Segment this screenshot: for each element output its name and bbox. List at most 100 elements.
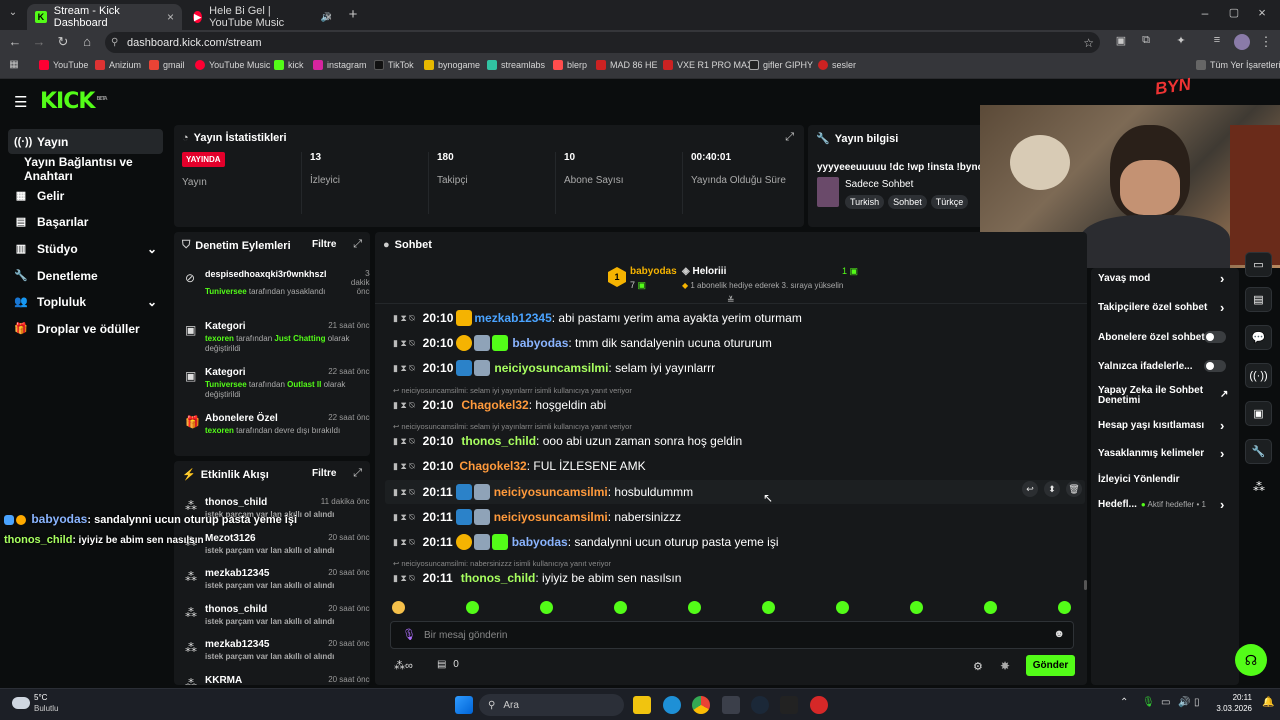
bookmark-sesler[interactable]: sesler — [818, 60, 856, 70]
emote-only-toggle[interactable] — [1204, 360, 1226, 372]
bookmark-gmail[interactable]: gmail — [149, 60, 185, 70]
mod-action-user[interactable]: texoren — [205, 334, 234, 343]
bookmark-bynogame[interactable]: bynogame — [424, 60, 480, 70]
emote-icon[interactable] — [392, 601, 405, 614]
mod-action-user[interactable]: Tuniversee — [205, 287, 247, 296]
mod-action-user[interactable]: Tuniversee — [205, 380, 247, 389]
tag-chip[interactable]: Sohbet — [888, 195, 927, 209]
channel-points-icon[interactable]: ⁂ — [1253, 480, 1265, 494]
chat-username[interactable]: Chagokel32 — [459, 459, 526, 473]
emote-icon[interactable] — [614, 601, 627, 614]
chat-username[interactable]: thonos_child — [461, 571, 536, 585]
quick-action-button[interactable]: 💬 — [1245, 325, 1272, 350]
clock-time[interactable]: 20:11 — [1216, 693, 1252, 702]
pin-message-icon[interactable]: ⬍ — [1044, 481, 1060, 497]
sidebar-item-stream-key[interactable]: Yayın Bağlantısı ve Anahtarı — [8, 155, 173, 183]
popout-icon[interactable]: ⤢ — [785, 131, 794, 144]
close-tab-icon[interactable]: × — [325, 10, 332, 24]
emote-icon[interactable] — [1058, 601, 1071, 614]
forward-icon[interactable]: → — [31, 34, 47, 49]
pin-icon[interactable]: ▮ ⧗ ⍉ — [393, 537, 415, 548]
pin-icon[interactable]: ▮ ⧗ ⍉ — [393, 512, 415, 523]
emote-icon[interactable] — [984, 601, 997, 614]
chat-username[interactable]: thonos_child — [461, 434, 536, 448]
emote-icon[interactable] — [466, 601, 479, 614]
bookmark-gifler-giphy[interactable]: gifler GIPHY — [749, 60, 813, 70]
notification-bell-icon[interactable]: 🔔 — [1262, 697, 1274, 708]
sidebar-item-gelir[interactable]: ▦ Gelir — [8, 183, 163, 208]
setting-raid[interactable]: İzleyici Yönlendir — [1098, 474, 1180, 485]
file-explorer-icon[interactable] — [633, 696, 651, 714]
send-button[interactable]: Gönder — [1026, 655, 1075, 676]
kick-logo[interactable]: KICK BETA — [40, 89, 108, 114]
quick-action-button[interactable]: ((·)) — [1245, 363, 1272, 388]
mod-filter-button[interactable]: Filtre — [312, 239, 336, 250]
close-window-icon[interactable]: × — [1254, 5, 1270, 20]
setting-goals[interactable]: Hedefl... ● Aktif hedefler • 1 › — [1098, 497, 1224, 512]
pin-icon[interactable]: ▮ ⧗ ⍉ — [393, 338, 415, 349]
category-name[interactable]: Sadece Sohbet — [845, 179, 913, 190]
expand-pinned-icon[interactable]: ≚ — [727, 295, 735, 306]
reload-icon[interactable]: ↻ — [55, 34, 71, 50]
chat-scrollbar[interactable] — [1084, 580, 1087, 590]
sidebar-item-studyo[interactable]: ▥ Stüdyo ⌄ — [8, 236, 163, 261]
chat-username[interactable]: Chagokel32 — [461, 398, 528, 412]
bookmark-blerp[interactable]: blerp — [553, 60, 587, 70]
microphone-tray-icon[interactable]: 🎙 — [1142, 697, 1155, 708]
extension-puzzle-icon[interactable]: ✦ — [1173, 34, 1189, 47]
popout-icon[interactable]: ⤢ — [353, 467, 362, 480]
chat-tools-icon[interactable]: ✸ — [1000, 659, 1010, 673]
new-tab-button[interactable]: + — [345, 6, 361, 23]
pin-icon[interactable]: ▮ ⧗ ⍉ — [393, 400, 415, 411]
support-chat-button[interactable]: ☊ — [1235, 644, 1267, 676]
quick-action-button[interactable]: ▭ — [1245, 252, 1272, 277]
emote-icon[interactable] — [688, 601, 701, 614]
setting-ai-moderation[interactable]: Yapay Zeka ile Sohbet Denetimi ↗ — [1098, 386, 1228, 406]
store-icon[interactable] — [722, 696, 740, 714]
hamburger-menu-icon[interactable]: ☰ — [14, 93, 27, 111]
channel-points-icon[interactable]: ⁂∞ — [394, 659, 413, 672]
edge-icon[interactable] — [663, 696, 681, 714]
pin-icon[interactable]: ▮ ⧗ ⍉ — [393, 313, 415, 324]
epic-games-icon[interactable] — [780, 696, 798, 714]
points-store[interactable]: ▤ 0 — [437, 659, 459, 670]
pin-icon[interactable]: ▮ ⧗ ⍉ — [393, 363, 415, 374]
bookmark-mad86he[interactable]: MAD 86 HE — [596, 60, 658, 70]
bookmark-kick[interactable]: kick — [274, 60, 304, 70]
chrome-icon[interactable] — [692, 696, 710, 714]
close-tab-icon[interactable]: × — [167, 10, 174, 24]
extensions-icon[interactable]: ⧉ — [1138, 34, 1154, 47]
tab-search-icon[interactable]: ⌄ — [5, 7, 21, 18]
emote-icon[interactable] — [910, 601, 923, 614]
bookmark-youtube-music[interactable]: YouTube Music — [195, 60, 270, 70]
emote-icon[interactable] — [836, 601, 849, 614]
chat-username[interactable]: neiciyosuncamsilmi — [494, 361, 608, 375]
emote-icon[interactable] — [540, 601, 553, 614]
weather-text[interactable]: Bulutlu — [34, 704, 58, 713]
sidebar-item-denetleme[interactable]: 🔧 Denetleme — [8, 263, 163, 288]
gifter-name[interactable]: ◈ Heloriii — [682, 266, 726, 277]
bookmark-youtube[interactable]: YouTube — [39, 60, 88, 70]
emote-icon[interactable] — [762, 601, 775, 614]
sidebar-item-yayin[interactable]: ((·)) Yayın — [8, 129, 163, 154]
activity-filter-button[interactable]: Filtre — [312, 468, 336, 479]
chat-input[interactable]: 🎙 Bir mesaj gönderin ☻ — [390, 621, 1074, 649]
mod-action-user[interactable]: texoren — [205, 426, 234, 435]
clock-date[interactable]: 3.03.2026 — [1212, 704, 1252, 713]
tray-chevron-icon[interactable]: ⌃ — [1120, 697, 1128, 708]
popout-icon[interactable]: ⤢ — [353, 238, 362, 251]
bookmark-anizium[interactable]: Anizium — [95, 60, 141, 70]
chat-username[interactable]: mezkab12345 — [474, 311, 551, 325]
setting-account-age[interactable]: Hesap yaşı kısıtlaması › — [1098, 418, 1224, 433]
steam-icon[interactable] — [751, 696, 769, 714]
pin-icon[interactable]: ▮ ⧗ ⍉ — [393, 573, 415, 584]
profile-avatar[interactable] — [1234, 34, 1250, 50]
chat-settings-icon[interactable]: ⚙ — [973, 660, 983, 673]
sidebar-item-topluluk[interactable]: 👥 Topluluk ⌄ — [8, 289, 163, 314]
all-bookmarks[interactable]: Tüm Yer İşaretleri — [1196, 60, 1280, 70]
reply-icon[interactable]: ↩ — [1022, 481, 1038, 497]
back-icon[interactable]: ← — [7, 34, 23, 49]
media-controls-icon[interactable]: ≡ — [1209, 34, 1225, 46]
minimize-icon[interactable]: – — [1197, 6, 1213, 20]
subscribers-only-toggle[interactable] — [1204, 331, 1226, 343]
